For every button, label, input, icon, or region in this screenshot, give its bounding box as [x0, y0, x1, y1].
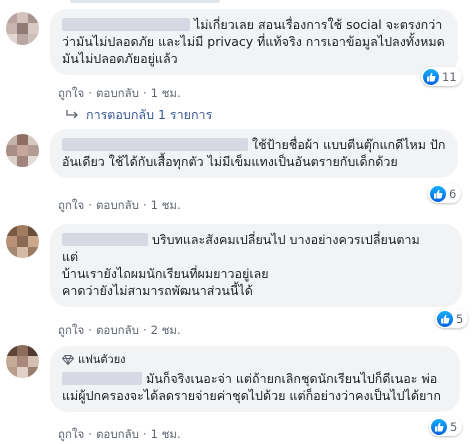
- reply-link[interactable]: ตอบกลับ: [96, 427, 139, 441]
- commenter-name[interactable]: [62, 372, 142, 385]
- separator: ·: [88, 86, 92, 100]
- comment-bubble: แฟนตัวยง มันก็จริงเนอะจ่า แต่ถ้ายกเลิกชุ…: [50, 346, 460, 412]
- like-link[interactable]: ถูกใจ: [58, 323, 84, 337]
- view-replies-link[interactable]: การตอบกลับ 1 รายการ: [66, 105, 212, 125]
- thumbs-up-icon: [437, 311, 453, 327]
- reply-link[interactable]: ตอบกลับ: [96, 198, 139, 212]
- comment-actions: ถูกใจ · ตอบกลับ · 1 ชม.: [58, 426, 181, 444]
- previous-comment-cutoff: [70, 0, 270, 4]
- separator: ·: [88, 427, 92, 441]
- reply-arrow-icon: [66, 110, 78, 119]
- like-link[interactable]: ถูกใจ: [58, 198, 84, 212]
- timestamp[interactable]: 2 ชม.: [151, 323, 181, 337]
- reply-link[interactable]: ตอบกลับ: [96, 323, 139, 337]
- comment-text-line: บริบทและสังคมเปลี่ยนไป บางอย่างควรเปลี่ย…: [152, 232, 420, 247]
- comment-text-line: บ้านเรายังไถผมนักเรียนที่ผมยาวอยู่เลย: [62, 266, 269, 281]
- timestamp[interactable]: 1 ชม.: [151, 198, 181, 212]
- commenter-name[interactable]: [62, 138, 248, 151]
- reaction-count[interactable]: 6: [428, 184, 462, 203]
- like-link[interactable]: ถูกใจ: [58, 427, 84, 441]
- top-fan-badge: แฟนตัวยง: [62, 351, 448, 368]
- comment-actions: ถูกใจ · ตอบกลับ · 1 ชม.: [58, 197, 181, 215]
- comment-text-line: แต่: [62, 249, 79, 264]
- separator: ·: [142, 198, 147, 212]
- timestamp[interactable]: 1 ชม.: [151, 427, 181, 441]
- commenter-name[interactable]: [62, 18, 190, 31]
- diamond-icon: [62, 354, 74, 365]
- commenter-name[interactable]: [62, 233, 148, 246]
- separator: ·: [88, 198, 92, 212]
- like-link[interactable]: ถูกใจ: [58, 86, 84, 100]
- separator: ·: [142, 323, 147, 337]
- separator: ·: [88, 323, 92, 337]
- thumbs-up-icon: [423, 69, 439, 85]
- avatar[interactable]: [6, 134, 39, 167]
- comment-actions: ถูกใจ · ตอบกลับ · 2 ชม.: [58, 322, 181, 340]
- separator: ·: [142, 427, 147, 441]
- timestamp[interactable]: 1 ชม.: [151, 86, 181, 100]
- avatar[interactable]: [6, 12, 39, 45]
- comment-bubble: ใช้ป้ายชื่อผ้า แบบตีนตุ๊กแกดีไหม ปักอันเ…: [50, 129, 458, 178]
- thumbs-up-icon: [430, 186, 446, 202]
- separator: ·: [142, 86, 147, 100]
- reply-link[interactable]: ตอบกลับ: [96, 86, 139, 100]
- reaction-count[interactable]: 5: [435, 309, 469, 328]
- reaction-count[interactable]: 5: [429, 417, 463, 436]
- comment-bubble: ไม่เกี่ยวเลย สอนเรื่องการใช้ social จะตร…: [50, 9, 458, 75]
- comment-bubble: บริบทและสังคมเปลี่ยนไป บางอย่างควรเปลี่ย…: [50, 224, 462, 307]
- comment-text-line: คาดว่ายังไม่สามารถพัฒนาส่วนนี้ได้: [62, 283, 253, 298]
- comment-actions: ถูกใจ · ตอบกลับ · 1 ชม.: [58, 85, 181, 103]
- reaction-count[interactable]: 11: [421, 67, 462, 86]
- avatar[interactable]: [6, 345, 39, 378]
- avatar[interactable]: [6, 225, 39, 258]
